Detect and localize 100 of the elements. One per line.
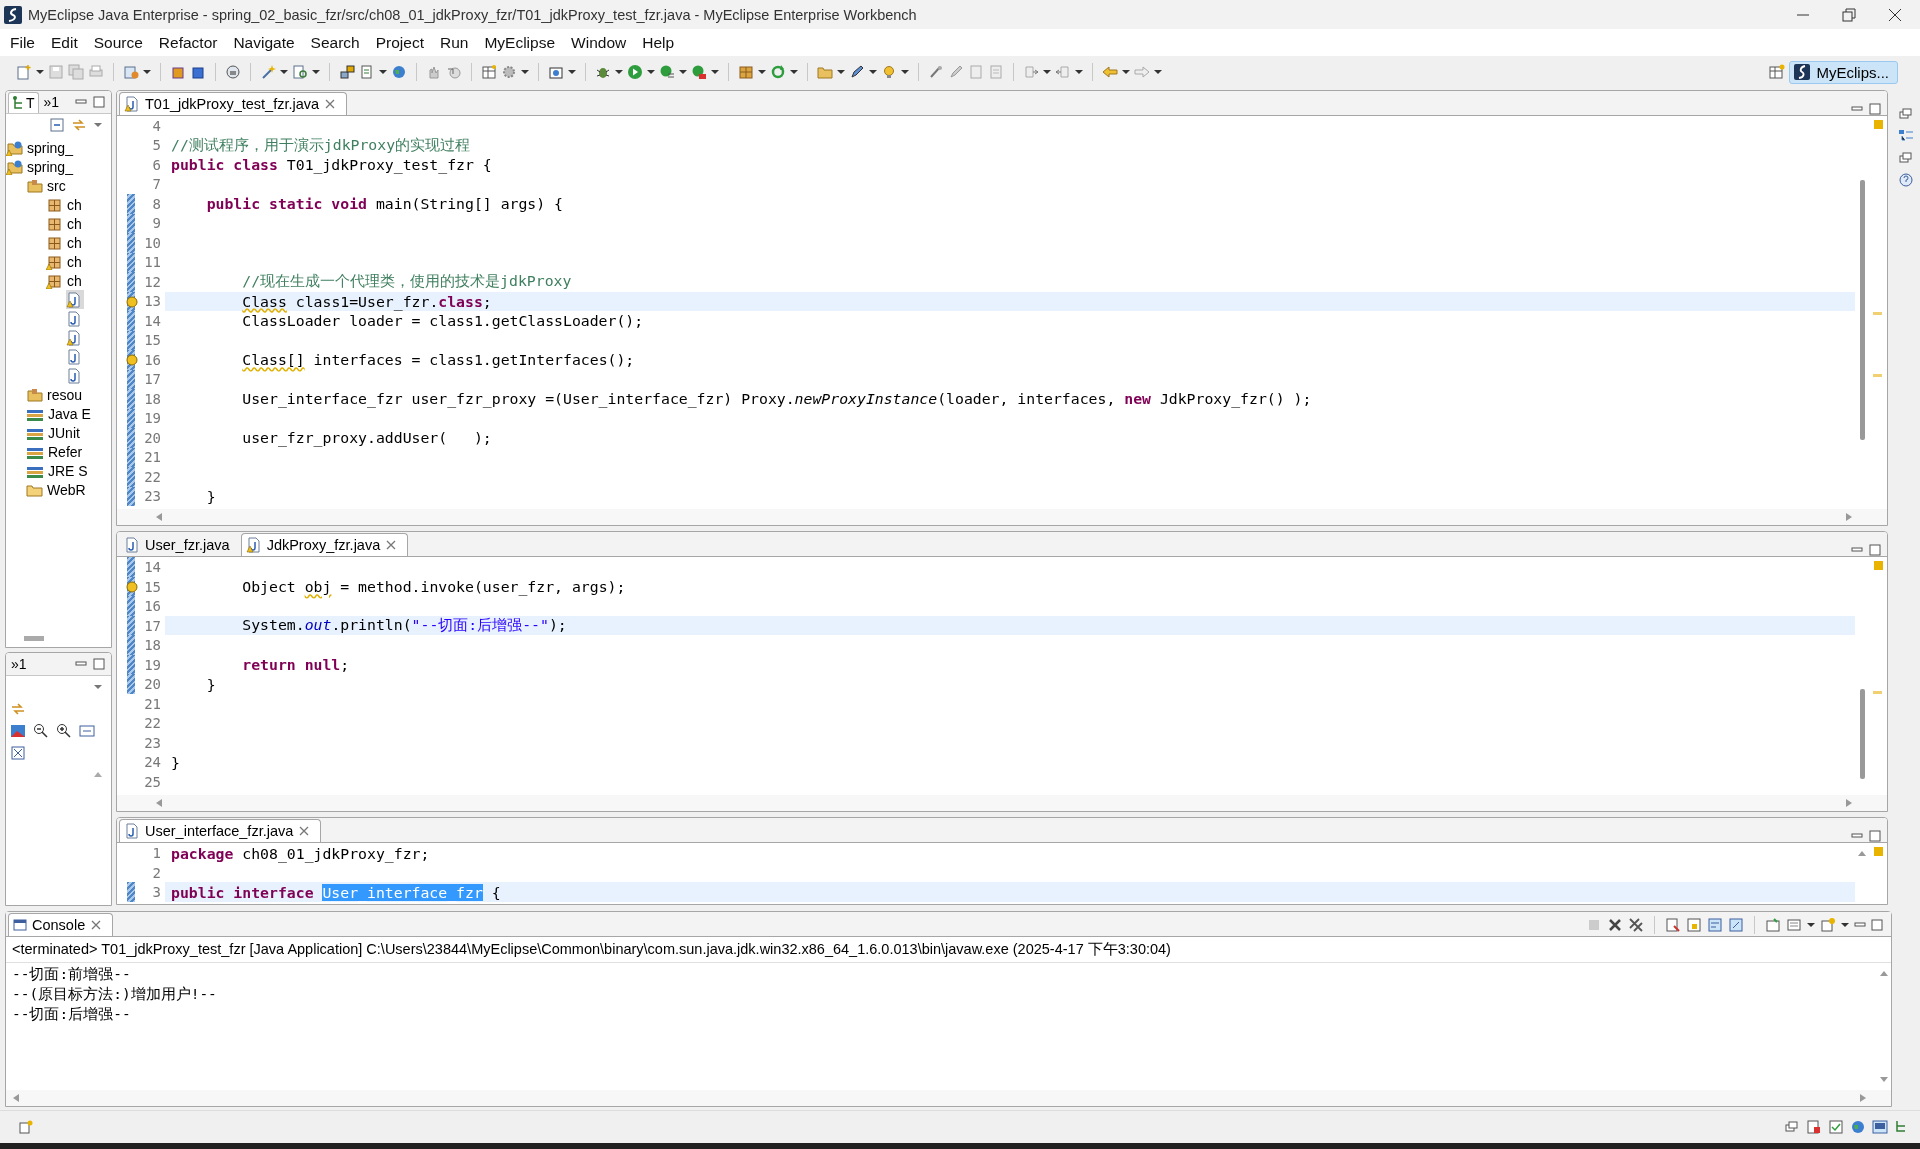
outline-icon[interactable]	[1898, 128, 1914, 144]
collapse-all-icon[interactable]	[49, 117, 65, 133]
pin-icon[interactable]	[1728, 917, 1744, 933]
code-line: //测试程序，用于演示jdkProxy的实现过程	[170, 135, 472, 155]
open-perspective-icon[interactable]	[1769, 64, 1786, 80]
annotation-icon[interactable]	[928, 64, 944, 80]
undo-icon[interactable]	[446, 64, 462, 80]
tree-item[interactable]: ch	[46, 252, 84, 271]
globe-icon[interactable]	[391, 64, 407, 80]
zoom-in-icon[interactable]	[56, 723, 72, 739]
tree-item[interactable]: ch	[46, 214, 84, 233]
tree-item[interactable]: ch	[46, 195, 84, 214]
view-tab[interactable]: »1	[40, 91, 63, 113]
editor-tab[interactable]: JdkProxy_fzr.java	[240, 533, 409, 557]
scroll-right-icon[interactable]	[1859, 1093, 1867, 1103]
console-tab[interactable]: Console	[8, 913, 114, 936]
menu-item[interactable]: Help	[634, 33, 683, 52]
restore-icon[interactable]	[1842, 7, 1856, 22]
display-console-icon[interactable]	[1765, 917, 1781, 933]
tree-item[interactable]: ch	[46, 271, 84, 290]
scrollbar-thumb[interactable]	[24, 636, 44, 641]
wand-icon[interactable]	[260, 64, 276, 80]
image-icon[interactable]	[10, 723, 26, 739]
scroll-right-icon[interactable]	[1845, 512, 1853, 523]
link-icon[interactable]	[10, 701, 26, 717]
remove-all-icon[interactable]	[1628, 917, 1644, 933]
fit-icon[interactable]	[79, 723, 95, 739]
scrollbar-thumb[interactable]	[1859, 180, 1865, 440]
maximize-icon[interactable]	[1869, 544, 1881, 557]
menu-item[interactable]: Navigate	[225, 33, 303, 52]
tree-item[interactable]: WebR	[26, 480, 88, 499]
menu-item[interactable]: Project	[367, 33, 432, 52]
tree-item[interactable]: Refer	[26, 442, 85, 461]
close-icon[interactable]	[1888, 7, 1902, 22]
menu-item[interactable]: Run	[432, 33, 477, 52]
hand-icon[interactable]	[426, 64, 442, 80]
cube-icon[interactable]	[170, 64, 186, 80]
pen-icon[interactable]	[849, 64, 865, 80]
maximize-icon[interactable]	[1869, 830, 1881, 843]
menu-item[interactable]: File	[2, 33, 43, 52]
tree-item[interactable]: JUnit	[26, 423, 82, 442]
remove-launch-icon[interactable]	[1607, 917, 1623, 933]
help-view-icon[interactable]	[1898, 172, 1914, 188]
menu-item[interactable]: Search	[302, 33, 368, 52]
package-icon[interactable]	[738, 64, 754, 80]
scroll-lock-icon[interactable]	[1686, 917, 1702, 933]
maximize-icon[interactable]	[93, 658, 105, 670]
tree-item[interactable]: src	[26, 176, 68, 195]
menu-item[interactable]: Source	[85, 33, 151, 52]
new-console-icon[interactable]	[1820, 917, 1836, 933]
menu-item[interactable]: Window	[563, 33, 635, 52]
camera-icon[interactable]	[548, 64, 564, 80]
cube-icon[interactable]	[190, 64, 206, 80]
new-fast-view-icon[interactable]	[18, 1119, 34, 1135]
scroll-left-icon[interactable]	[155, 512, 163, 523]
scroll-down-icon[interactable]	[1879, 1076, 1889, 1084]
view-tab[interactable]: T	[8, 91, 39, 113]
restore-view-icon[interactable]	[1898, 106, 1914, 122]
table-icon[interactable]	[481, 64, 497, 80]
run-server-icon[interactable]	[691, 64, 707, 80]
deploy-icon[interactable]	[339, 64, 355, 80]
word-wrap-icon[interactable]	[1707, 917, 1723, 933]
clear-console-icon[interactable]	[1665, 917, 1681, 933]
editor-tab[interactable]: T01_jdkProxy_test_fzr.java	[119, 92, 348, 115]
tree-item[interactable]: spring_	[6, 157, 75, 176]
tree-item[interactable]: Java E	[26, 404, 93, 423]
perspective-button[interactable]: MyEclips...	[1789, 60, 1898, 84]
console-list-icon[interactable]	[1786, 917, 1802, 933]
editor-tab[interactable]: User_fzr.java	[119, 533, 241, 557]
menu-item[interactable]: Edit	[43, 33, 86, 52]
menu-item[interactable]: Refactor	[150, 33, 226, 52]
scroll-up-icon[interactable]	[93, 770, 103, 778]
tree-item[interactable]: JRE S	[26, 461, 90, 480]
tree-item[interactable]: resou	[26, 385, 85, 404]
fit-page-icon[interactable]	[10, 745, 26, 761]
servers-icon[interactable]	[1806, 1119, 1822, 1135]
search-file-icon[interactable]	[292, 64, 308, 80]
scroll-right-icon[interactable]	[1845, 798, 1853, 809]
tasks-icon[interactable]	[1828, 1119, 1844, 1135]
console-view-icon[interactable]	[1872, 1119, 1888, 1135]
scroll-left-icon[interactable]	[12, 1093, 20, 1103]
zoom-out-icon[interactable]	[33, 723, 49, 739]
scroll-left-icon[interactable]	[155, 798, 163, 809]
restore-view-icon[interactable]	[1898, 150, 1914, 166]
globe-icon[interactable]	[1850, 1119, 1866, 1135]
pencil-icon[interactable]	[948, 64, 964, 80]
maximize-icon[interactable]	[93, 96, 105, 108]
line-number: 19	[144, 656, 161, 673]
editor-tab[interactable]: User_interface_fzr.java	[119, 819, 322, 843]
link-icon[interactable]	[71, 117, 87, 133]
scroll-up-icon[interactable]	[1879, 969, 1889, 977]
maximize-icon[interactable]	[1871, 919, 1883, 931]
tree-item[interactable]: spring_	[6, 138, 75, 157]
restore-icon[interactable]	[1784, 1119, 1800, 1135]
tree-item[interactable]: ch	[46, 233, 84, 252]
maximize-icon[interactable]	[1869, 103, 1881, 115]
menu-item[interactable]: MyEclipse	[476, 33, 564, 52]
scrollbar-thumb[interactable]	[1859, 689, 1865, 780]
scroll-up-icon[interactable]	[1857, 849, 1867, 858]
server-icon[interactable]	[225, 64, 241, 80]
